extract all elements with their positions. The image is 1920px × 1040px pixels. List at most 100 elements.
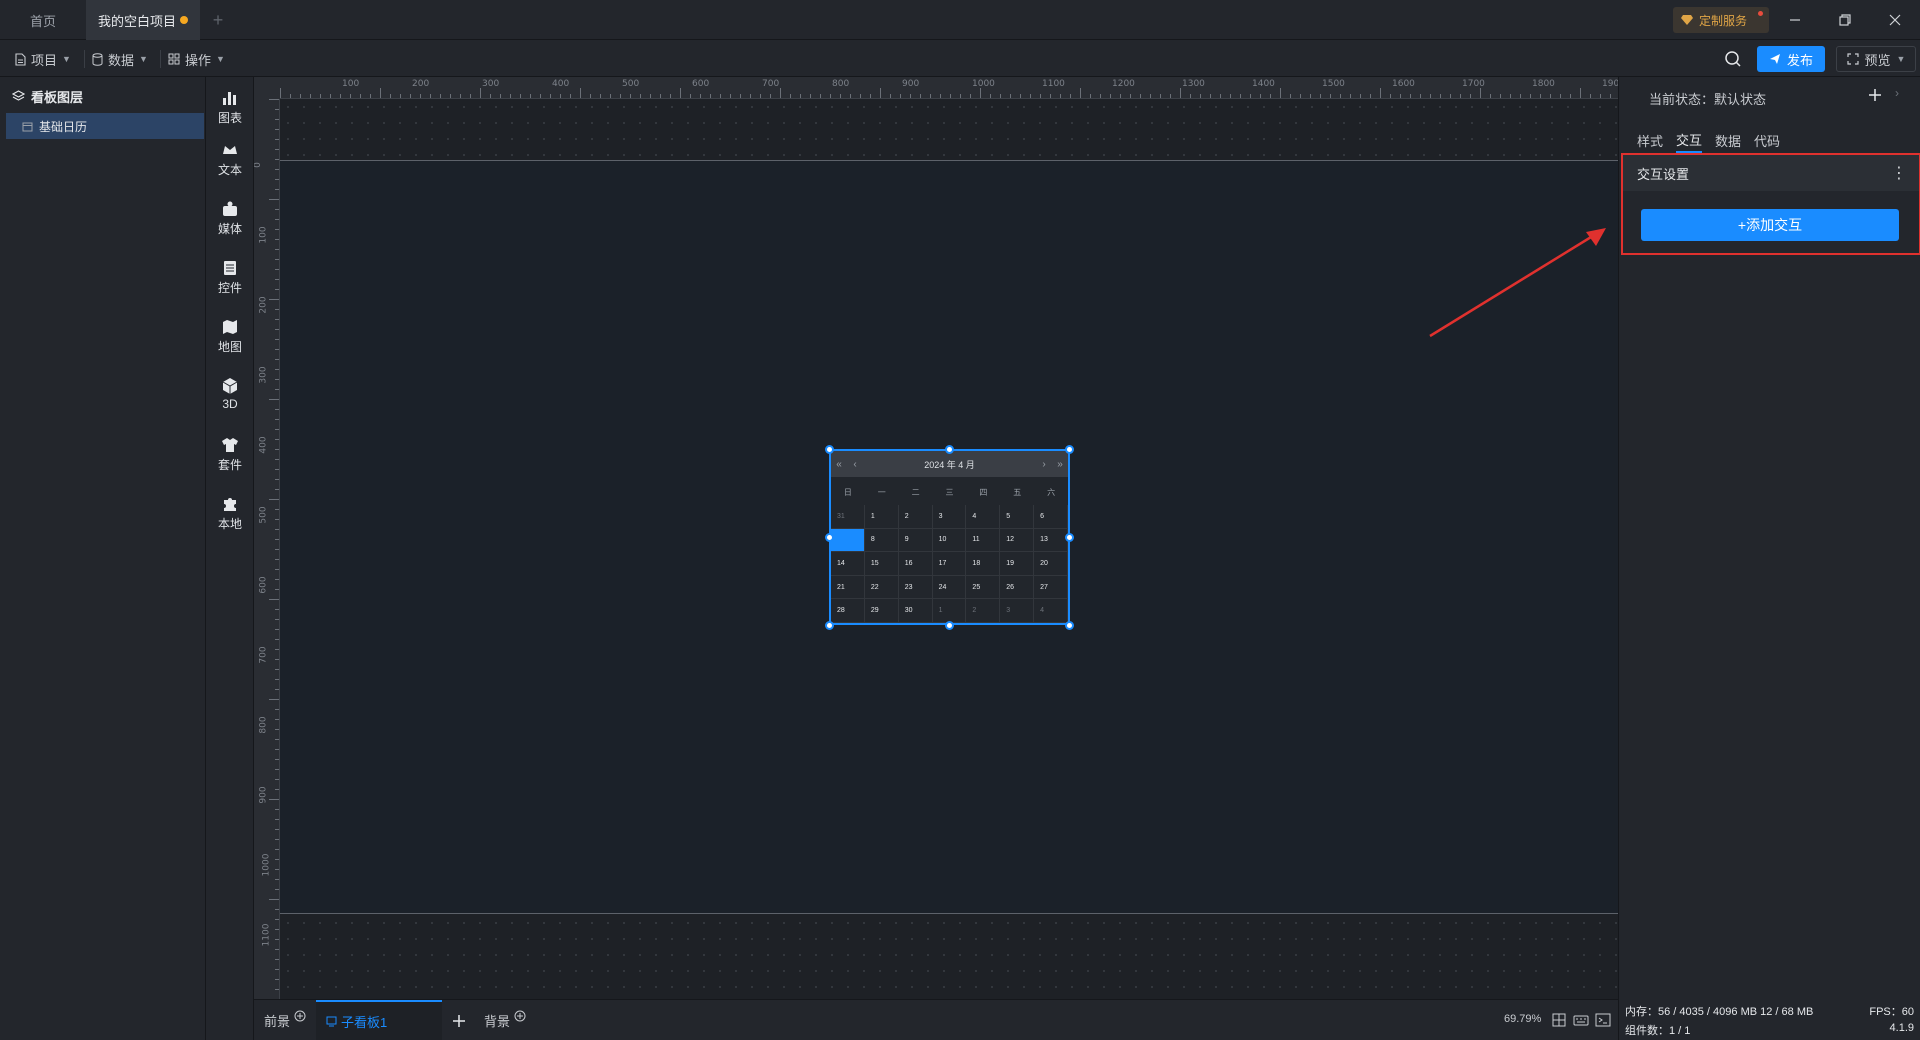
resize-handle[interactable] <box>825 445 834 454</box>
prev-month-icon[interactable]: ‹ <box>847 459 863 470</box>
component-text[interactable]: 文本 <box>206 135 254 183</box>
resize-handle[interactable] <box>1065 533 1074 542</box>
component-3d[interactable]: 3D <box>206 370 254 418</box>
tab-style[interactable]: 样式 <box>1637 127 1663 153</box>
calendar-day[interactable]: 2 <box>898 505 933 529</box>
ruler-label: 0 <box>254 162 263 168</box>
keyboard-icon[interactable] <box>1572 1011 1590 1029</box>
calendar-widget[interactable]: « ‹ 2024 年 4 月 › » 日一二三四五六 31 1 2 3 4 5 6 8 9 10 1… <box>829 449 1070 625</box>
component-media[interactable]: 媒体 <box>206 194 254 242</box>
next-month-icon[interactable]: › <box>1036 459 1052 470</box>
calendar-day[interactable]: 13 <box>1034 528 1068 553</box>
current-state[interactable]: 当前状态：默认状态 <box>1649 89 1766 108</box>
resize-handle[interactable] <box>1065 621 1074 630</box>
calendar-day[interactable]: 20 <box>1034 552 1068 576</box>
component-kit[interactable]: 套件 <box>206 430 254 478</box>
calendar-day[interactable]: 21 <box>831 575 865 600</box>
ruler-tick <box>275 419 279 420</box>
search-button[interactable] <box>1720 46 1746 72</box>
calendar-day[interactable]: 5 <box>1000 505 1035 529</box>
component-map[interactable]: 地图 <box>206 312 254 360</box>
calendar-day[interactable]: 31 <box>831 505 865 529</box>
calendar-day[interactable]: 29 <box>864 599 899 623</box>
preview-button[interactable]: 预览 ▼ <box>1836 46 1916 72</box>
calendar-day[interactable]: 2 <box>966 599 1001 623</box>
calendar-day[interactable]: 28 <box>831 599 865 623</box>
publish-button[interactable]: 发布 <box>1757 46 1825 72</box>
calendar-day[interactable]: 19 <box>1000 552 1035 576</box>
calendar-day[interactable]: 24 <box>932 575 967 600</box>
calendar-day[interactable]: 16 <box>898 552 933 576</box>
add-tab-button[interactable]: + <box>208 0 228 40</box>
calendar-day[interactable]: 8 <box>864 528 899 553</box>
resize-handle[interactable] <box>825 533 834 542</box>
component-control[interactable]: 控件 <box>206 253 254 301</box>
calendar-day[interactable] <box>831 528 865 553</box>
menu-operations[interactable]: 操作 ▼ <box>168 46 225 72</box>
subboard-tab[interactable]: 子看板1 <box>316 1000 442 1040</box>
add-interaction-button[interactable]: +添加交互 <box>1641 209 1899 241</box>
restore-button[interactable] <box>1820 0 1870 40</box>
minimize-button[interactable] <box>1770 0 1820 40</box>
ruler-vertical[interactable]: 0 100 200 300 400 500 600 700 800 900 1000 1100 <box>254 99 280 999</box>
calendar-day[interactable]: 1 <box>864 505 899 529</box>
ruler-label: 600 <box>258 576 269 594</box>
calendar-day[interactable]: 11 <box>966 528 1001 553</box>
foreground-tab[interactable]: 前景 <box>264 1000 306 1040</box>
calendar-day[interactable]: 4 <box>1034 599 1068 623</box>
resize-handle[interactable] <box>945 445 954 454</box>
add-circle-icon[interactable] <box>514 1010 526 1022</box>
layer-item[interactable]: 基础日历 <box>6 113 204 139</box>
component-chart[interactable]: 图表 <box>206 83 254 131</box>
calendar-day[interactable]: 25 <box>966 575 1001 600</box>
calendar-day[interactable]: 3 <box>1000 599 1035 623</box>
zoom-level[interactable]: 69.79% <box>1504 1013 1541 1025</box>
calendar-day[interactable]: 14 <box>831 552 865 576</box>
resize-handle[interactable] <box>1065 445 1074 454</box>
close-button[interactable] <box>1870 0 1920 40</box>
calendar-day[interactable]: 9 <box>898 528 933 553</box>
resize-handle[interactable] <box>825 621 834 630</box>
add-board-button[interactable] <box>452 1000 466 1040</box>
calendar-title: 2024 年 4 月 <box>924 459 975 470</box>
chevron-right-icon[interactable]: › <box>1895 86 1899 100</box>
tab-home[interactable]: 首页 <box>0 0 86 40</box>
bottom-bar: 前景 子看板1 背景 69.79% <box>254 999 1618 1040</box>
tab-code[interactable]: 代码 <box>1754 127 1780 153</box>
calendar-day[interactable]: 27 <box>1034 575 1068 600</box>
calendar-day[interactable]: 6 <box>1034 505 1068 529</box>
fit-screen-icon[interactable] <box>1550 1011 1568 1029</box>
menu-data[interactable]: 数据 ▼ <box>92 46 148 72</box>
calendar-day[interactable]: 30 <box>898 599 933 623</box>
calendar-day[interactable]: 10 <box>932 528 967 553</box>
next-year-icon[interactable]: » <box>1052 459 1068 470</box>
custom-service-button[interactable]: 定制服务 <box>1673 7 1769 33</box>
calendar-day[interactable]: 15 <box>864 552 899 576</box>
calendar-day[interactable]: 4 <box>966 505 1001 529</box>
ruler-tick <box>1440 94 1441 98</box>
calendar-day[interactable]: 1 <box>932 599 967 623</box>
calendar-day[interactable]: 17 <box>932 552 967 576</box>
tab-data[interactable]: 数据 <box>1715 127 1741 153</box>
calendar-day[interactable]: 26 <box>1000 575 1035 600</box>
add-state-button[interactable] <box>1864 83 1886 107</box>
calendar-day[interactable]: 18 <box>966 552 1001 576</box>
component-count: 组件数：1 / 1 <box>1625 1025 1691 1037</box>
menu-project[interactable]: 项目 ▼ <box>14 46 71 72</box>
background-tab[interactable]: 背景 <box>484 1000 526 1040</box>
calendar-weekday: 日 <box>843 487 852 497</box>
calendar-day[interactable]: 23 <box>898 575 933 600</box>
tab-interaction[interactable]: 交互 <box>1676 127 1703 153</box>
calendar-day[interactable]: 22 <box>864 575 899 600</box>
ruler-horizontal[interactable]: 100 200 300 400 500 600 700 800 900 1000 1100 1200 1… <box>280 77 1618 99</box>
more-vertical-icon[interactable]: ⋮ <box>1891 163 1907 183</box>
calendar-day[interactable]: 3 <box>932 505 967 529</box>
add-circle-icon[interactable] <box>294 1010 306 1022</box>
ruler-tick <box>1460 94 1461 98</box>
component-local[interactable]: 本地 <box>206 489 254 537</box>
calendar-day[interactable]: 12 <box>1000 528 1035 553</box>
resize-handle[interactable] <box>945 621 954 630</box>
terminal-icon[interactable] <box>1594 1011 1612 1029</box>
prev-year-icon[interactable]: « <box>831 459 847 470</box>
tab-project[interactable]: 我的空白项目 <box>86 0 200 40</box>
